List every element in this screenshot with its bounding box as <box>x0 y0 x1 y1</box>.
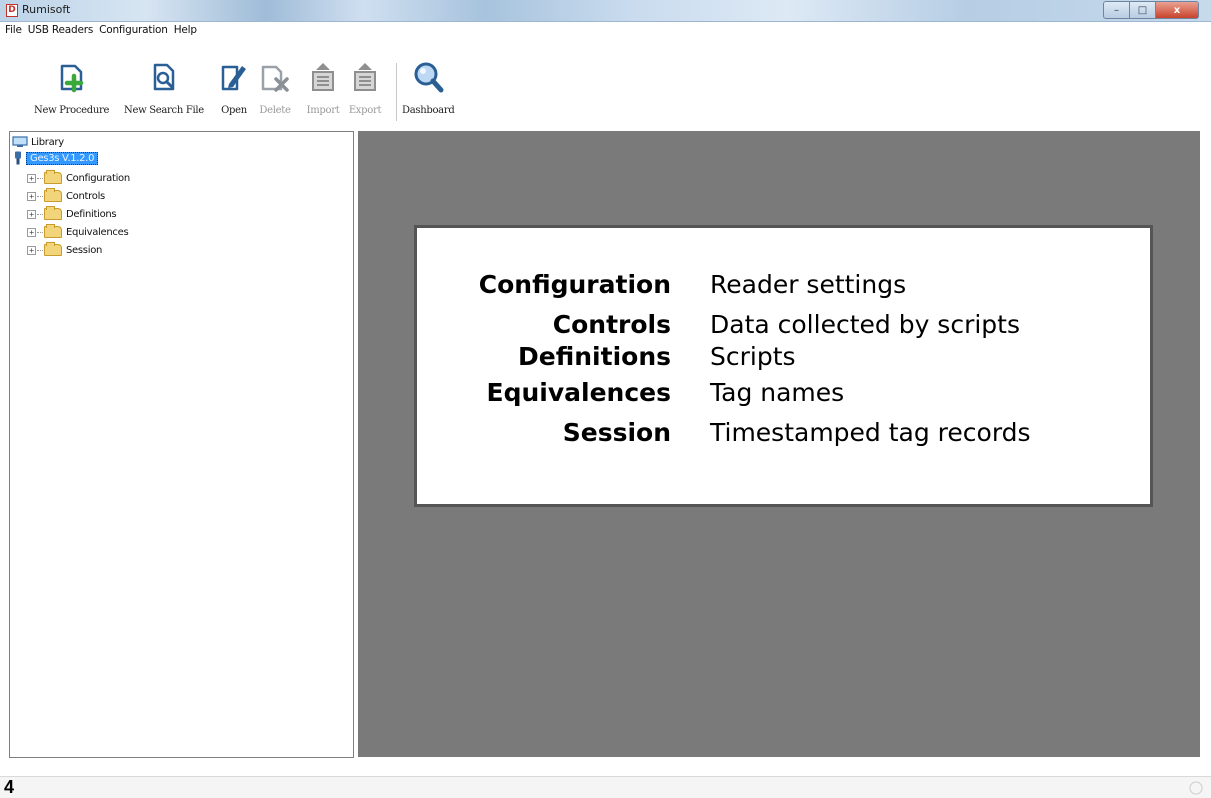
info-key: Session <box>562 418 671 447</box>
library-tree[interactable]: Library Ges3s V.1.2.0 + Configuration + … <box>9 131 354 758</box>
tree-item-device-label: Ges3s V.1.2.0 <box>26 151 99 165</box>
maximize-button[interactable]: □ <box>1130 1 1156 19</box>
tree-folder-label: Configuration <box>66 172 130 184</box>
delete-button[interactable]: Delete <box>258 60 292 122</box>
monitor-icon <box>12 136 28 147</box>
tree-folder-controls[interactable]: + Controls <box>27 188 105 204</box>
folder-icon <box>44 206 62 220</box>
tree-folder-label: Equivalences <box>66 226 129 238</box>
search-document-icon <box>153 63 175 91</box>
info-key: Equivalences <box>486 378 672 407</box>
folder-icon <box>44 224 62 238</box>
menu-configuration[interactable]: Configuration <box>96 24 171 36</box>
info-value: Data collected by scripts <box>710 310 1020 339</box>
usb-reader-icon <box>15 151 21 165</box>
info-row: Configuration Reader settings <box>417 270 1156 302</box>
new-search-file-label: New Search File <box>124 105 204 116</box>
app-icon: D <box>6 4 18 17</box>
info-key: Configuration <box>478 270 671 299</box>
menu-usb-readers[interactable]: USB Readers <box>25 24 96 36</box>
info-value: Reader settings <box>710 270 907 299</box>
tree-folder-label: Session <box>66 244 103 256</box>
dashboard-button[interactable]: Dashboard <box>402 60 455 122</box>
toolbar: New Procedure New Search File Open Delet… <box>0 38 1211 126</box>
tree-folder-configuration[interactable]: + Configuration <box>27 170 130 186</box>
info-key: Controls <box>552 310 671 339</box>
import-label: Import <box>306 105 340 116</box>
tree-folder-label: Controls <box>66 190 105 202</box>
tree-folder-label: Definitions <box>66 208 117 220</box>
info-row: Session Timestamped tag records <box>417 418 1156 450</box>
status-bar: 4 <box>0 776 1211 798</box>
folder-icon <box>44 170 62 184</box>
info-row: Definitions Scripts <box>417 342 1156 374</box>
new-procedure-label: New Procedure <box>34 105 110 116</box>
info-row: Controls Data collected by scripts <box>417 310 1156 342</box>
expand-toggle[interactable]: + <box>27 227 36 237</box>
add-document-icon <box>60 64 83 93</box>
page-number: 4 <box>4 777 15 797</box>
dashboard-label: Dashboard <box>402 105 455 116</box>
tree-folder-session[interactable]: + Session <box>27 242 102 258</box>
export-button[interactable]: Export <box>348 60 382 122</box>
open-label: Open <box>221 105 247 116</box>
expand-toggle[interactable]: + <box>27 209 36 219</box>
folder-icon <box>44 188 62 202</box>
open-button[interactable]: Open <box>217 60 251 122</box>
close-button[interactable]: x <box>1156 1 1199 19</box>
import-button[interactable]: Import <box>306 60 340 122</box>
expand-toggle[interactable]: + <box>27 245 36 255</box>
info-card: Configuration Reader settings Controls D… <box>414 225 1153 507</box>
expand-toggle[interactable]: + <box>27 191 36 201</box>
info-row: Equivalences Tag names <box>417 378 1156 410</box>
tree-folder-equivalences[interactable]: + Equivalences <box>27 224 129 240</box>
import-icon <box>312 63 334 91</box>
info-value: Scripts <box>710 342 796 371</box>
new-search-file-button[interactable]: New Search File <box>124 60 204 122</box>
menu-file[interactable]: File <box>2 24 25 36</box>
window-title: Rumisoft <box>22 3 71 16</box>
title-bar[interactable]: D Rumisoft – □ x <box>0 0 1211 22</box>
info-value: Tag names <box>710 378 845 407</box>
expand-toggle[interactable]: + <box>27 173 36 183</box>
folder-icon <box>44 242 62 256</box>
delete-document-icon <box>261 65 289 92</box>
window-controls: – □ x <box>1103 1 1199 19</box>
menu-help[interactable]: Help <box>171 24 200 36</box>
tree-folder-definitions[interactable]: + Definitions <box>27 206 117 222</box>
tree-item-library[interactable]: Library <box>12 134 64 150</box>
minimize-button[interactable]: – <box>1103 1 1130 19</box>
menu-bar: File USB Readers Configuration Help <box>0 22 1211 38</box>
info-value: Timestamped tag records <box>710 418 1031 447</box>
tree-item-device[interactable]: Ges3s V.1.2.0 <box>12 150 99 166</box>
new-procedure-button[interactable]: New Procedure <box>34 60 109 122</box>
export-label: Export <box>348 105 382 116</box>
toolbar-separator <box>396 63 397 121</box>
magnifier-icon <box>414 62 444 93</box>
info-key: Definitions <box>518 342 671 371</box>
export-icon <box>354 63 376 91</box>
tree-item-library-label: Library <box>31 136 64 148</box>
resize-grip-icon[interactable] <box>1189 781 1203 795</box>
delete-label: Delete <box>259 105 291 116</box>
edit-document-icon <box>221 65 246 91</box>
